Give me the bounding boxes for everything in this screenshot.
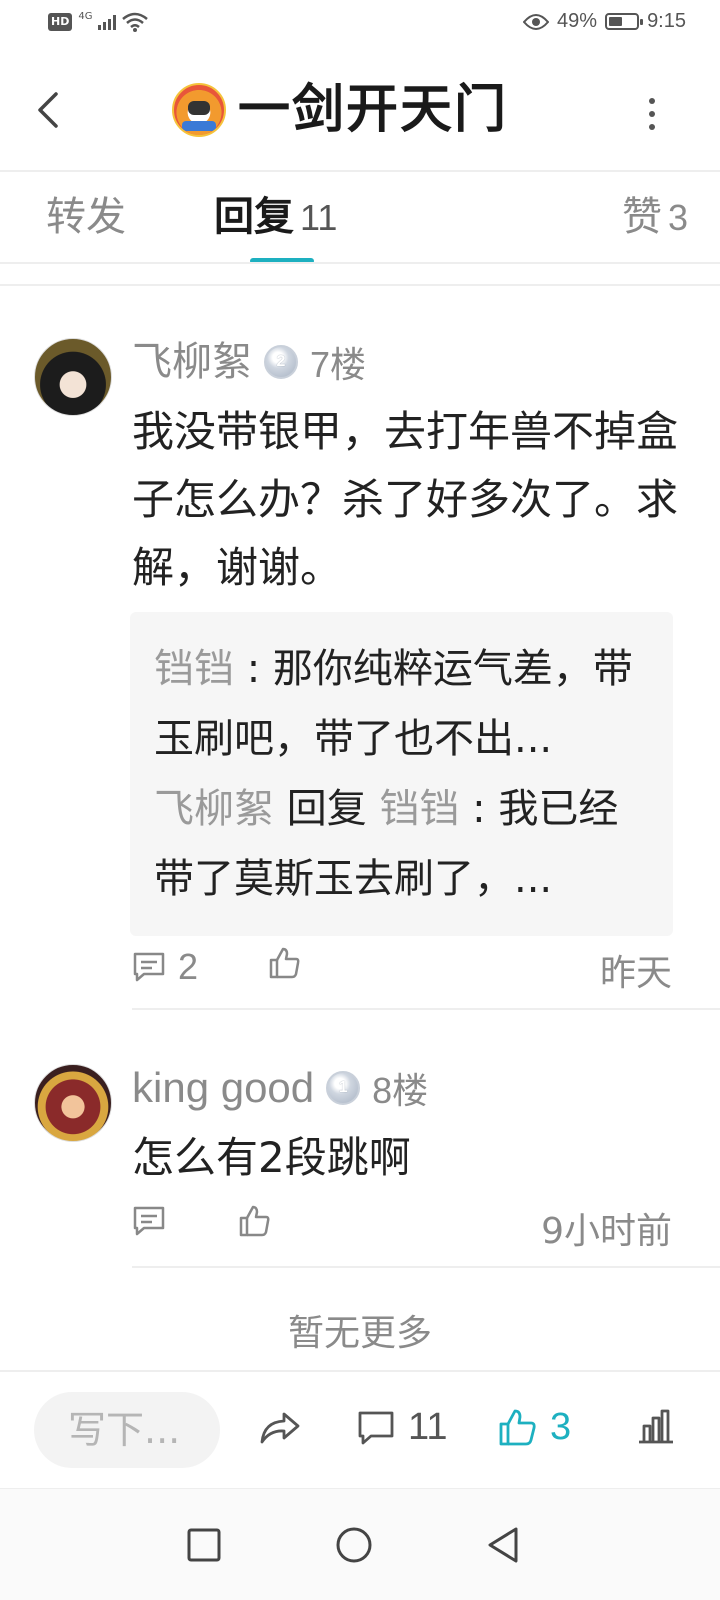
like-button[interactable]: 3	[498, 1406, 571, 1449]
stats-button[interactable]	[636, 1406, 676, 1446]
wifi-icon	[122, 12, 149, 32]
tab-repost[interactable]: 转发	[46, 192, 132, 243]
back-button[interactable]	[30, 86, 74, 134]
recent-apps-button[interactable]	[184, 1525, 224, 1565]
share-button[interactable]	[258, 1406, 302, 1450]
like-count: 3	[550, 1406, 572, 1448]
comment-text: 怎么有2段跳啊	[132, 1133, 411, 1182]
comment-reply-button[interactable]: 2	[132, 946, 198, 988]
battery-percent: 49%	[557, 10, 598, 32]
chevron-left-icon	[38, 92, 58, 128]
eye-icon	[523, 13, 550, 30]
tab-label: 赞	[621, 194, 662, 240]
divider	[132, 1266, 720, 1268]
hd-badge: HD	[48, 13, 73, 31]
thumbs-up-icon	[269, 947, 300, 979]
comment-icon	[358, 1411, 394, 1444]
comment-time: 9小时前	[541, 1211, 672, 1252]
tab-count: 11	[300, 197, 338, 238]
more-dot-icon	[649, 98, 655, 104]
tab-reply[interactable]: 回复 11	[214, 192, 337, 243]
reply-preview-box[interactable]: 铛铛 : 那你纯粹运气差，带玉刷吧，带了也不出... 飞柳絮 回复 铛铛 : 我…	[130, 612, 673, 936]
system-nav-bar	[0, 1488, 720, 1600]
reply-username[interactable]: 铛铛	[154, 646, 234, 692]
thumbs-up-icon	[499, 1409, 536, 1445]
network-type: 4G	[78, 10, 93, 22]
comment-count: 2	[178, 946, 199, 987]
comment-actions: 9小时前	[132, 1204, 672, 1252]
circle-icon	[336, 1527, 372, 1563]
like-button[interactable]	[238, 1204, 272, 1242]
tab-bar: 转发 回复 11 赞3	[0, 172, 720, 264]
floor-number: 8楼	[372, 1070, 429, 1111]
square-icon	[187, 1528, 221, 1562]
title-bar: 一剑开天门	[0, 48, 720, 172]
bottom-action-bar: 11 3	[0, 1370, 720, 1488]
reply-line: 铛铛 : 那你纯粹运气差，带玉刷吧，带了也不出...	[154, 646, 633, 762]
battery-icon	[605, 13, 644, 30]
forum-avatar[interactable]	[172, 83, 226, 137]
home-button[interactable]	[334, 1525, 374, 1565]
more-dot-icon	[649, 111, 655, 117]
comment-time: 昨天	[599, 953, 672, 994]
share-icon	[260, 1412, 300, 1444]
tab-label: 转发	[46, 194, 126, 240]
page-title[interactable]: 一剑开天门	[238, 78, 508, 142]
reply-username[interactable]: 飞柳絮	[154, 786, 274, 832]
signal-icon	[98, 14, 117, 30]
more-options-button[interactable]	[642, 94, 662, 134]
divider	[0, 284, 720, 286]
comment-icon	[133, 1206, 165, 1236]
tab-like[interactable]: 赞3	[622, 192, 688, 243]
clock: 9:15	[647, 10, 686, 32]
no-more-label: 暂无更多	[287, 1313, 432, 1354]
bar-chart-icon	[639, 1409, 673, 1444]
thumbs-up-icon	[239, 1205, 270, 1237]
triangle-back-icon	[488, 1527, 518, 1563]
reply-verb: 回复	[286, 786, 367, 832]
divider	[0, 262, 720, 264]
comments-count: 11	[408, 1406, 448, 1448]
comment-text: 我没带银甲，去打年兽不掉盒子怎么办？杀了好多次了。求解，谢谢。	[132, 407, 679, 592]
comment-reply-button[interactable]	[132, 1204, 178, 1238]
reply-target-username[interactable]: 铛铛	[379, 786, 459, 832]
reply-input[interactable]	[34, 1392, 220, 1468]
comment-username[interactable]: king good	[132, 1063, 314, 1113]
tab-label: 回复	[214, 194, 294, 240]
comment-icon	[133, 952, 165, 982]
level-badge-number: 2	[276, 353, 286, 370]
divider	[132, 1008, 720, 1010]
tab-count: 3	[667, 197, 688, 238]
comment-username[interactable]: 飞柳絮	[132, 337, 252, 387]
floor-number: 7楼	[310, 344, 367, 385]
level-badge-number: 1	[338, 1079, 348, 1096]
reply-line: 飞柳絮 回复 铛铛 : 我已经带了莫斯玉去刷了，...	[154, 786, 619, 902]
level-badge-icon: 1	[326, 1071, 361, 1105]
comments-button[interactable]: 11	[356, 1406, 447, 1449]
user-avatar[interactable]	[34, 1064, 112, 1142]
level-badge-icon: 2	[264, 345, 298, 379]
comment-actions: 2 昨天	[132, 946, 672, 994]
user-avatar[interactable]	[34, 338, 112, 416]
like-button[interactable]	[268, 946, 302, 984]
status-bar: HD 4G 49% 9:15	[0, 0, 720, 48]
system-back-button[interactable]	[484, 1525, 524, 1565]
more-dot-icon	[649, 124, 655, 130]
